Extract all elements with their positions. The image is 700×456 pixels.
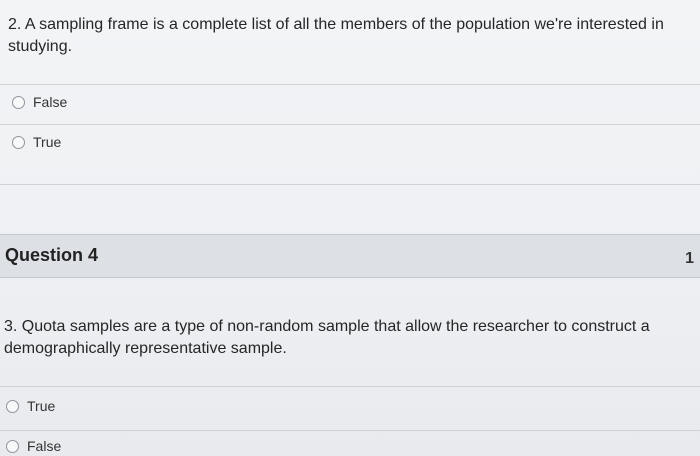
divider [0, 124, 700, 125]
question-3-text: 3. Quota samples are a type of non-rando… [4, 318, 650, 357]
divider [0, 386, 700, 387]
question-points: 1 [685, 250, 694, 267]
answer-option-true[interactable]: True [12, 134, 61, 150]
answer-option-false[interactable]: False [6, 438, 61, 454]
answer-option-label: False [27, 438, 62, 454]
answer-option-false[interactable]: False [12, 94, 67, 110]
radio-button[interactable] [6, 439, 19, 453]
divider [0, 84, 700, 85]
answer-option-label: True [33, 134, 62, 150]
divider [0, 430, 700, 431]
answer-option-label: True [27, 398, 56, 414]
answer-option-true[interactable]: True [6, 398, 55, 414]
quiz-page: 2. A sampling frame is a complete list o… [0, 0, 700, 456]
answer-option-label: False [33, 94, 68, 110]
radio-button[interactable] [6, 399, 19, 413]
question-header: Question 4 1 [0, 234, 700, 278]
question-2-text: 2. A sampling frame is a complete list o… [8, 16, 664, 55]
divider [0, 184, 700, 185]
radio-button[interactable] [12, 95, 25, 109]
question-title: Question 4 [5, 245, 99, 265]
radio-button[interactable] [12, 135, 25, 149]
